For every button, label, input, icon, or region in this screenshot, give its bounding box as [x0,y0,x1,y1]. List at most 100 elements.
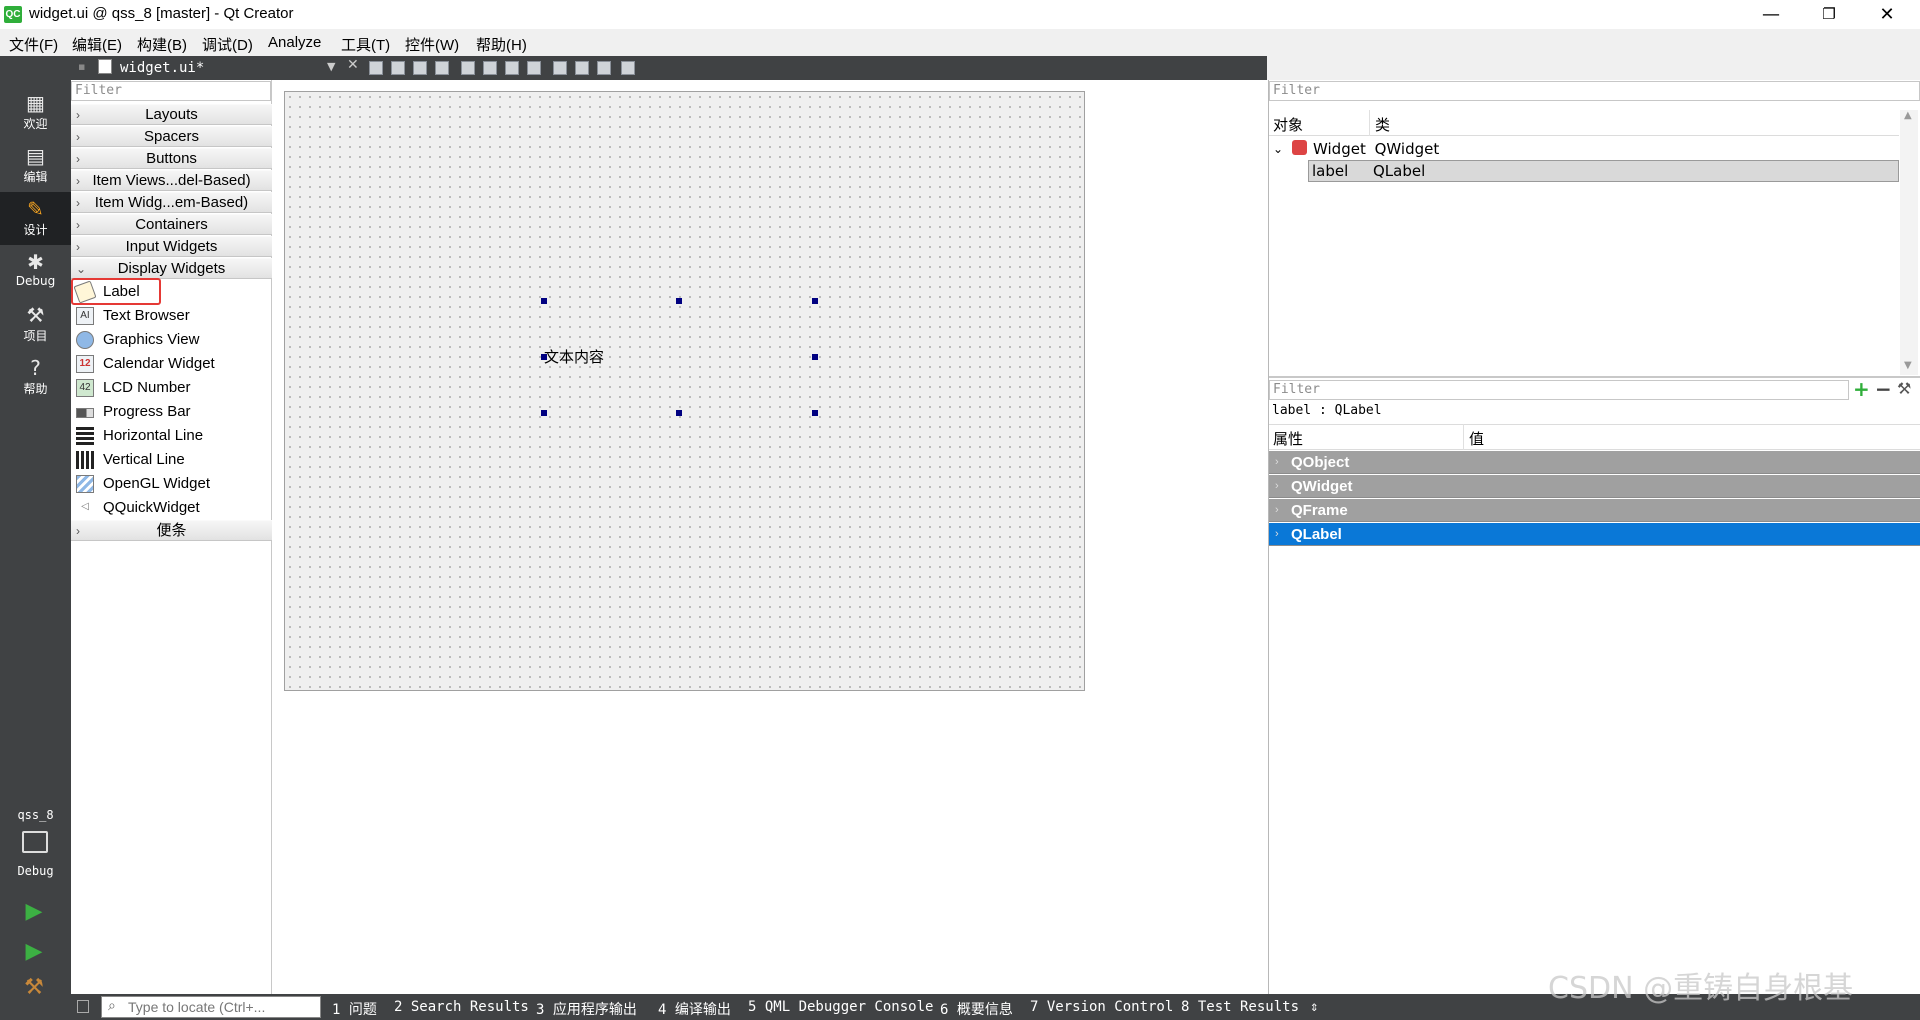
menu-analyze[interactable]: Analyze [268,34,321,51]
widget-item-progress-bar[interactable]: Progress Bar [71,400,271,424]
widget-box-filter-input[interactable]: Filter [71,81,271,101]
locator-input[interactable]: Type to locate (Ctrl+... [101,996,321,1018]
remove-property-icon[interactable]: − [1875,377,1892,401]
mode-debug[interactable]: ✱ Debug [0,245,71,298]
menu-edit[interactable]: 编辑(E) [72,34,122,55]
build-hammer-icon[interactable]: ⚒ [22,976,46,1000]
pane-splitter[interactable] [1269,376,1920,378]
col-header-class[interactable]: 类 [1375,114,1390,135]
property-group-qwidget[interactable]: › QWidget [1269,475,1920,498]
category-input-widgets[interactable]: › Input Widgets [71,236,272,257]
pane-application-output[interactable]: 3 应用程序输出 [536,999,637,1019]
adjust-size-icon[interactable] [621,61,635,75]
restore-button[interactable]: ❐ [1800,0,1858,29]
close-button[interactable]: ✕ [1858,0,1916,29]
mode-edit[interactable]: ▤ 编辑 [0,139,71,192]
widget-item-calendar[interactable]: 12 Calendar Widget [71,352,271,376]
run-icon[interactable]: ▶ [22,900,46,924]
pane-compile-output[interactable]: 4 编译输出 [658,999,731,1019]
edit-widgets-icon[interactable] [369,61,383,75]
splitter-vertical-icon[interactable] [527,61,541,75]
widget-item-opengl[interactable]: OpenGL Widget [71,472,271,496]
property-group-label: QWidget [1291,478,1353,495]
menu-build[interactable]: 构建(B) [137,34,187,55]
category-containers[interactable]: › Containers [71,214,272,235]
col-header-value[interactable]: 值 [1469,428,1484,449]
document-tab[interactable]: widget.ui* [120,60,204,76]
form-label-widget[interactable]: 文本内容 [544,346,604,367]
minimize-button[interactable]: — [1742,0,1800,29]
pane-general-messages[interactable]: 6 概要信息 [940,999,1013,1019]
widget-item-qquickwidget[interactable]: ◁ QQuickWidget [71,496,271,520]
widget-item-vertical-line[interactable]: Vertical Line [71,448,271,472]
category-display-widgets[interactable]: ⌄ Display Widgets [71,258,272,279]
layout-vertical-icon[interactable] [483,61,497,75]
layout-horizontal-icon[interactable] [461,61,475,75]
object-inspector-scrollbar[interactable] [1900,110,1918,375]
col-header-property[interactable]: 属性 [1273,428,1303,449]
property-group-qobject[interactable]: › QObject [1269,451,1920,474]
resize-handle[interactable] [812,354,818,360]
menu-help[interactable]: 帮助(H) [476,34,527,55]
splitter-horizontal-icon[interactable] [505,61,519,75]
form-canvas[interactable] [284,91,1085,691]
pane-version-control[interactable]: 7 Version Control [1030,999,1173,1015]
widget-item-horizontal-line[interactable]: Horizontal Line [71,424,271,448]
category-item-views[interactable]: › Item Views...del-Based) [71,170,272,191]
menu-controls[interactable]: 控件(W) [405,34,459,55]
menu-tools[interactable]: 工具(T) [341,34,390,55]
widget-item-text-browser[interactable]: AI Text Browser [71,304,271,328]
bug-icon: ✱ [27,250,44,274]
widget-item-lcd-number[interactable]: 42 LCD Number [71,376,271,400]
resize-handle[interactable] [541,410,547,416]
resize-handle[interactable] [812,298,818,304]
chevron-down-icon[interactable]: ▼ [327,60,335,73]
pane-issues[interactable]: 1 问题 [332,999,377,1019]
category-layouts[interactable]: › Layouts [71,104,272,125]
close-doc-icon[interactable]: ✕ [347,57,359,73]
mode-welcome[interactable]: ▦ 欢迎 [0,86,71,139]
widget-object-icon [1292,140,1307,155]
toggle-sidebar-icon[interactable] [77,1000,89,1013]
chevron-right-icon: › [76,196,80,210]
property-editor-filter-input[interactable]: Filter [1269,380,1849,400]
watermark: CSDN @重铸自身根基 [1548,971,1854,1006]
mode-projects[interactable]: ⚒ 项目 [0,298,71,351]
chevron-down-icon[interactable]: ⌄ [1273,142,1283,156]
category-scratchpad[interactable]: › 便条 [71,520,272,541]
edit-buddies-icon[interactable] [413,61,427,75]
edit-signals-icon[interactable] [391,61,405,75]
resize-handle[interactable] [676,410,682,416]
wrench-icon[interactable]: ⚒ [1897,379,1911,398]
menu-file[interactable]: 文件(F) [9,34,58,55]
resize-handle[interactable] [812,410,818,416]
col-header-object[interactable]: 对象 [1273,114,1303,135]
pane-test-results[interactable]: 8 Test Results [1181,999,1299,1015]
category-item-widgets[interactable]: › Item Widg...em-Based) [71,192,272,213]
debug-run-icon[interactable]: ▶ [22,940,46,964]
property-group-qlabel[interactable]: › QLabel [1269,523,1920,546]
object-row-widget[interactable]: Widget QWidget [1313,140,1439,158]
mode-design[interactable]: ✎ 设计 [0,192,71,245]
object-inspector-filter-input[interactable]: Filter [1269,81,1920,101]
layout-grid-icon[interactable] [575,61,589,75]
scroll-up-icon[interactable]: ▲ [1904,110,1912,121]
layout-form-icon[interactable] [553,61,567,75]
menu-debug[interactable]: 调试(D) [202,34,253,55]
scroll-down-icon[interactable]: ▼ [1904,360,1912,371]
pane-qml-debugger-console[interactable]: 5 QML Debugger Console [748,999,933,1015]
monitor-icon[interactable] [22,831,48,853]
mode-help[interactable]: ? 帮助 [0,351,71,404]
resize-handle[interactable] [541,298,547,304]
edit-tab-order-icon[interactable] [435,61,449,75]
pane-search-results[interactable]: 2 Search Results [394,999,529,1015]
property-group-qframe[interactable]: › QFrame [1269,499,1920,522]
more-panes-icon[interactable]: ⇕ [1310,999,1318,1015]
category-spacers[interactable]: › Spacers [71,126,272,147]
resize-handle[interactable] [676,298,682,304]
break-layout-icon[interactable] [597,61,611,75]
category-buttons[interactable]: › Buttons [71,148,272,169]
header-divider [1463,424,1464,450]
add-property-icon[interactable]: + [1853,377,1870,401]
widget-item-graphics-view[interactable]: Graphics View [71,328,271,352]
